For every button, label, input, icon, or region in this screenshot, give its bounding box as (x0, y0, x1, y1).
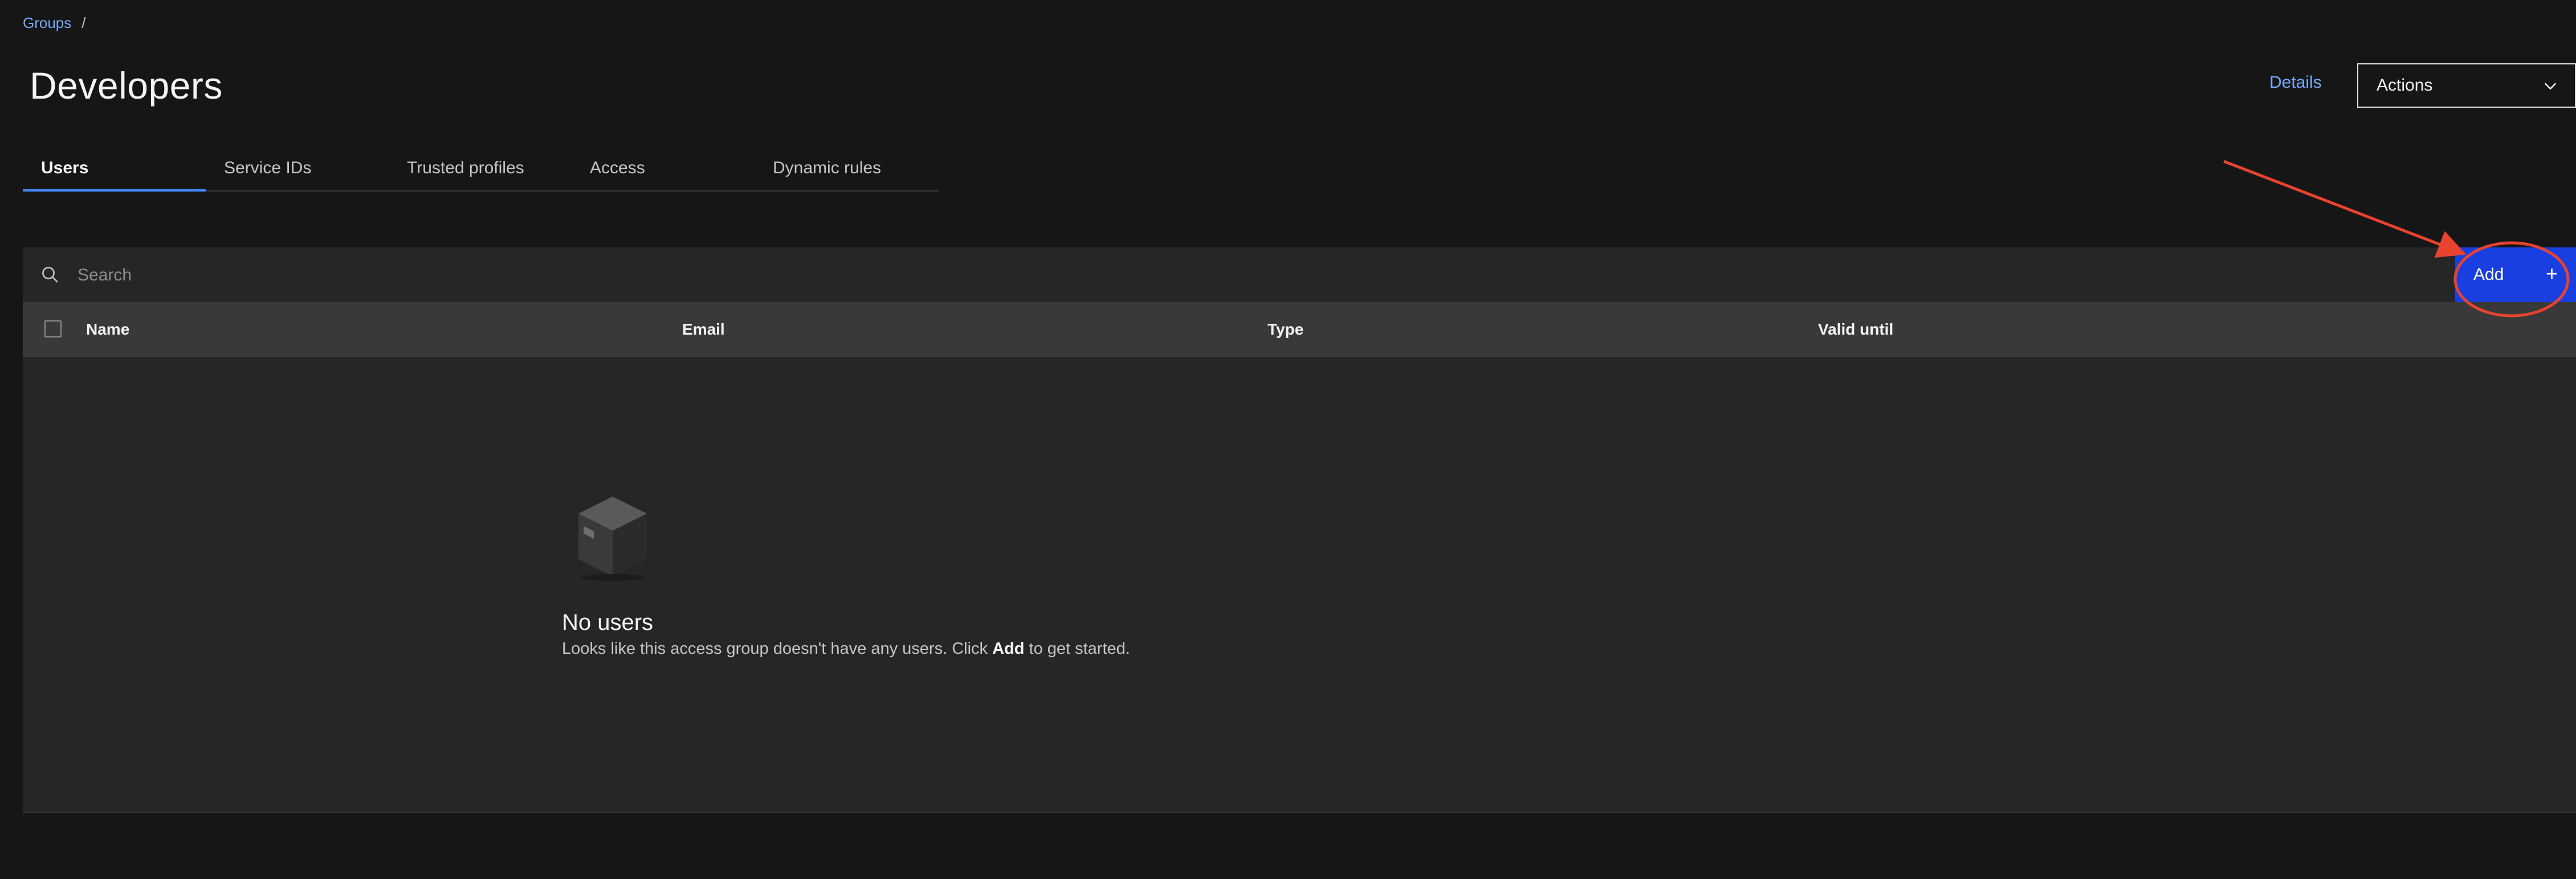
empty-state-title: No users (562, 610, 654, 635)
add-button[interactable]: Add + (2455, 247, 2576, 302)
annotation-arrow (2223, 160, 2467, 258)
column-header-email[interactable]: Email (682, 320, 725, 339)
column-header-name[interactable]: Name (86, 320, 129, 339)
table-toolbar (23, 247, 2576, 302)
tab-access[interactable]: Access (572, 153, 755, 190)
empty-state-add-emphasis: Add (992, 640, 1025, 658)
page-title: Developers (30, 64, 223, 107)
tab-dynamic-rules[interactable]: Dynamic rules (755, 153, 938, 190)
page: Groups / Developers Details Actions User… (0, 0, 2576, 879)
actions-dropdown-label: Actions (2377, 76, 2433, 95)
breadcrumb: Groups / (23, 11, 86, 34)
chevron-down-icon (2544, 83, 2557, 90)
column-header-type[interactable]: Type (1267, 320, 1303, 339)
actions-dropdown[interactable]: Actions (2357, 63, 2576, 108)
select-all-checkbox[interactable] (44, 320, 62, 337)
add-button-label: Add (2473, 265, 2504, 284)
details-link[interactable]: Details (2269, 73, 2322, 92)
tab-list: Users Service IDs Trusted profiles Acces… (23, 153, 939, 192)
table-header: Name Email Type Valid until (23, 302, 2576, 357)
tab-trusted-profiles[interactable]: Trusted profiles (389, 153, 572, 190)
breadcrumb-groups-link[interactable]: Groups (23, 14, 71, 32)
tab-service-ids[interactable]: Service IDs (206, 153, 389, 190)
tab-users[interactable]: Users (23, 153, 206, 192)
empty-box-icon (578, 497, 647, 581)
add-icon: + (2545, 262, 2558, 285)
search-input[interactable] (76, 258, 2415, 293)
empty-state-description: Looks like this access group doesn't hav… (562, 640, 1130, 658)
search-icon (42, 267, 58, 283)
empty-state-text-start: Looks like this access group doesn't hav… (562, 640, 993, 658)
table-body: No users Looks like this access group do… (23, 357, 2576, 813)
breadcrumb-separator: / (81, 14, 86, 31)
column-header-valid-until[interactable]: Valid until (1818, 320, 1893, 339)
empty-state-text-end: to get started. (1024, 640, 1130, 658)
